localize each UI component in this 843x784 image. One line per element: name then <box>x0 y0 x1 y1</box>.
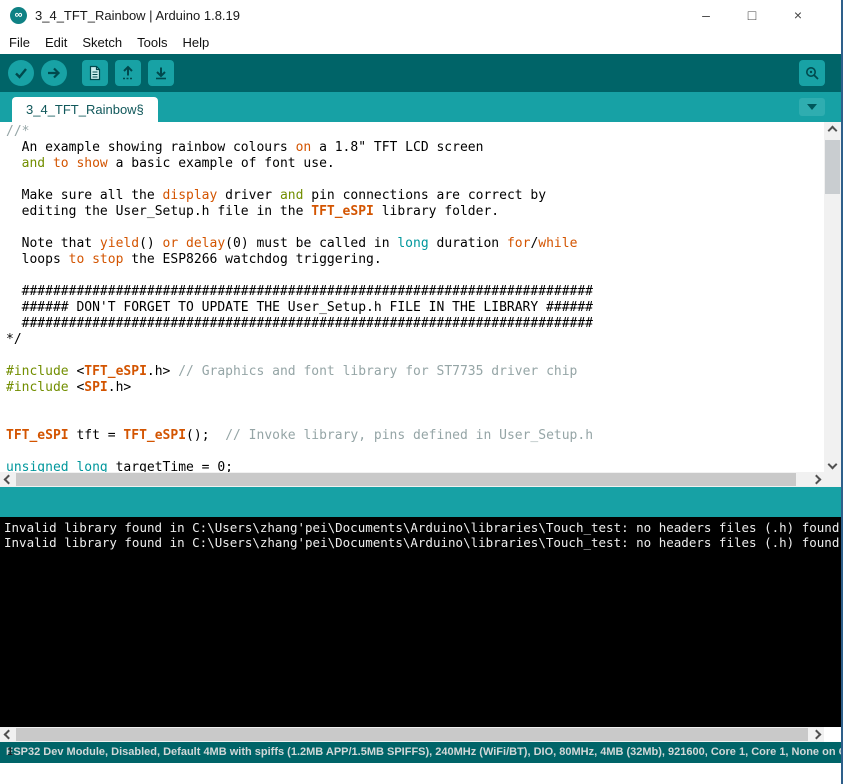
arrow-down-icon <box>153 65 169 81</box>
check-icon <box>13 65 29 81</box>
magnifier-icon <box>804 65 820 81</box>
editor-console-splitter[interactable] <box>0 487 841 517</box>
bottom-margin <box>0 763 841 784</box>
upload-button[interactable] <box>41 60 67 86</box>
scroll-up-arrow[interactable] <box>824 122 841 138</box>
close-button[interactable]: × <box>787 4 809 26</box>
editor-vertical-scrollbar[interactable] <box>824 122 841 472</box>
menu-help[interactable]: Help <box>182 35 209 50</box>
board-info: ESP32 Dev Module, Disabled, Default 4MB … <box>6 746 841 758</box>
window-controls: – □ × <box>695 0 809 30</box>
console-output: Invalid library found in C:\Users\zhang'… <box>0 517 841 727</box>
console-scroll-right-arrow[interactable] <box>808 727 824 742</box>
console-line: Invalid library found in C:\Users\zhang'… <box>4 520 841 535</box>
editor-vscroll-thumb[interactable] <box>825 140 840 194</box>
scrollbar-corner <box>824 472 841 487</box>
code-editor[interactable]: //* An example showing rainbow colours o… <box>0 122 841 487</box>
window-title: 3_4_TFT_Rainbow | Arduino 1.8.19 <box>35 7 241 23</box>
editor-horizontal-scrollbar[interactable] <box>0 472 824 487</box>
code-line: #include <TFT_eSPI.h> // Graphics and fo… <box>6 364 578 379</box>
maximize-button[interactable]: □ <box>741 4 763 26</box>
editor-hscroll-thumb[interactable] <box>16 473 796 486</box>
tab-strip: 3_4_TFT_Rainbow§ <box>0 92 841 122</box>
arrow-up-icon <box>120 65 136 81</box>
document-icon <box>87 65 103 81</box>
code-line: unsigned long targetTime = 0; <box>6 460 233 472</box>
code-line: ########################################… <box>6 284 593 299</box>
status-bar: ESP32 Dev Module, Disabled, Default 4MB … <box>0 742 841 763</box>
minimize-button[interactable]: – <box>695 4 717 26</box>
console-scroll-left-arrow[interactable] <box>0 727 16 742</box>
line-number-indicator: 1 <box>7 746 14 758</box>
code-line: ########################################… <box>6 316 593 331</box>
menu-edit[interactable]: Edit <box>45 35 67 50</box>
chevron-down-icon <box>807 104 817 110</box>
scroll-left-arrow[interactable] <box>0 472 16 487</box>
arduino-logo-icon: ∞ <box>10 6 27 24</box>
new-sketch-button[interactable] <box>82 60 108 86</box>
code-line: Make sure all the display driver and pin… <box>6 188 547 203</box>
menu-bar: File Edit Sketch Tools Help <box>0 30 841 54</box>
code-line: An example showing rainbow colours on a … <box>6 140 484 155</box>
verify-button[interactable] <box>8 60 34 86</box>
console-line: Invalid library found in C:\Users\zhang'… <box>4 534 841 550</box>
arduino-ide-window: ∞ 3_4_TFT_Rainbow | Arduino 1.8.19 – □ ×… <box>0 0 843 784</box>
serial-monitor-button[interactable] <box>799 60 825 86</box>
code-line: Note that yield() or delay(0) must be ca… <box>6 236 578 251</box>
code-line: and to show a basic example of font use. <box>21 156 335 171</box>
code-line: TFT_eSPI tft = TFT_eSPI(); // Invoke lib… <box>6 428 594 443</box>
title-bar: ∞ 3_4_TFT_Rainbow | Arduino 1.8.19 – □ × <box>0 0 841 30</box>
code-line: */ <box>6 332 22 347</box>
console-hscroll-thumb[interactable] <box>16 728 808 741</box>
menu-file[interactable]: File <box>9 35 30 50</box>
console-scroll-row <box>0 727 841 742</box>
toolbar <box>0 54 841 92</box>
console-horizontal-scrollbar[interactable] <box>0 727 824 742</box>
tab-menu-button[interactable] <box>799 98 825 116</box>
code-line: ###### DON'T FORGET TO UPDATE THE User_S… <box>6 300 593 315</box>
menu-tools[interactable]: Tools <box>137 35 167 50</box>
arrow-right-icon <box>46 65 62 81</box>
menu-sketch[interactable]: Sketch <box>82 35 122 50</box>
scroll-right-arrow[interactable] <box>808 472 824 487</box>
scroll-down-arrow[interactable] <box>824 456 841 472</box>
code-line: editing the User_Setup.h file in the TFT… <box>6 204 500 219</box>
code-line: //* <box>6 124 30 139</box>
tab-sketch[interactable]: 3_4_TFT_Rainbow§ <box>12 97 158 122</box>
code-line: #include <SPI.h> <box>6 380 132 395</box>
code-area[interactable]: //* An example showing rainbow colours o… <box>6 124 824 472</box>
save-sketch-button[interactable] <box>148 60 174 86</box>
code-line: loops to stop the ESP8266 watchdog trigg… <box>6 252 382 267</box>
open-sketch-button[interactable] <box>115 60 141 86</box>
